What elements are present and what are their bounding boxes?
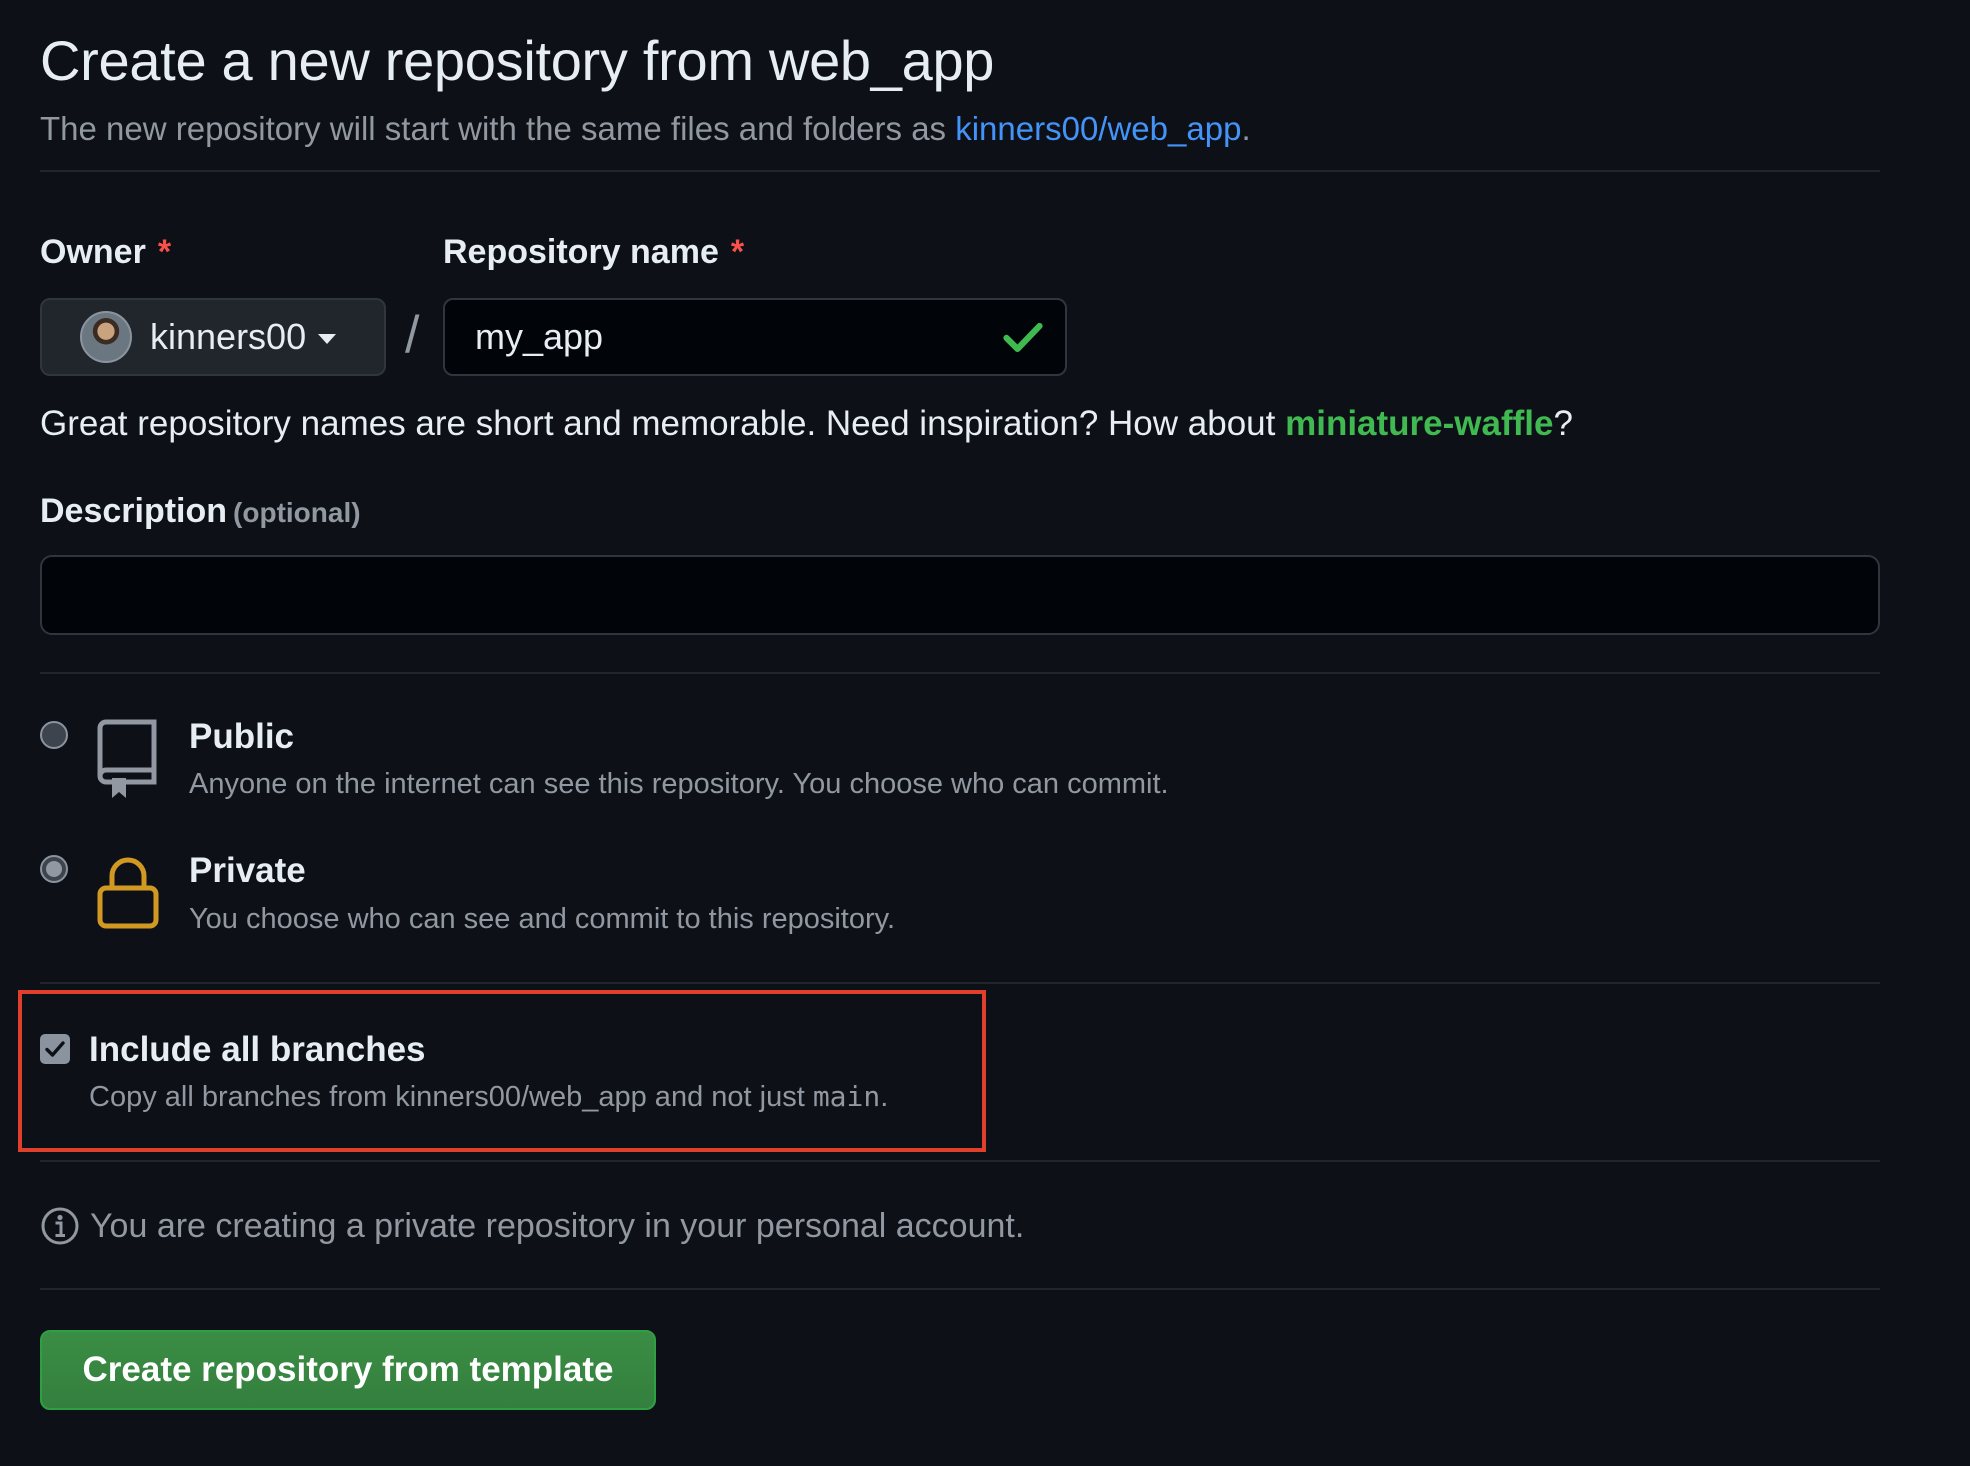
branches-description-suffix: . bbox=[880, 1081, 889, 1113]
include-branches-description: Copy all branches from kinners00/web_app… bbox=[89, 1080, 888, 1114]
page-subtitle: The new repository will start with the s… bbox=[40, 110, 1251, 148]
owner-repo-separator: / bbox=[405, 306, 420, 364]
include-branches-label: Include all branches bbox=[89, 1030, 426, 1069]
description-label-text: Description bbox=[40, 492, 228, 530]
repo-name-required-mark: * bbox=[730, 233, 745, 271]
owner-required-mark: * bbox=[157, 233, 172, 271]
repo-icon bbox=[97, 719, 157, 798]
info-icon bbox=[41, 1207, 79, 1245]
branches-divider bbox=[40, 1160, 1880, 1162]
private-radio[interactable] bbox=[40, 855, 68, 883]
default-branch-name: main bbox=[812, 1080, 881, 1113]
lock-icon bbox=[97, 857, 159, 929]
description-label: Description (optional) bbox=[40, 492, 361, 531]
private-option-description: You choose who can see and commit to thi… bbox=[189, 903, 896, 935]
check-icon bbox=[1003, 322, 1043, 353]
owner-label-text: Owner bbox=[40, 233, 146, 271]
subtitle-suffix: . bbox=[1241, 110, 1251, 147]
subtitle-text: The new repository will start with the s… bbox=[40, 110, 956, 147]
header-divider bbox=[40, 170, 1880, 172]
page-title: Create a new repository from web_app bbox=[40, 29, 995, 92]
hint-suffix: ? bbox=[1553, 404, 1573, 443]
highlight-annotation-box bbox=[18, 990, 986, 1152]
checkmark-icon bbox=[45, 1041, 65, 1057]
chevron-down-icon bbox=[318, 334, 337, 344]
repo-name-label: Repository name * bbox=[443, 233, 744, 272]
repo-name-input[interactable]: my_app bbox=[443, 298, 1067, 376]
avatar bbox=[80, 311, 132, 363]
public-option-title: Public bbox=[189, 717, 295, 756]
owner-label: Owner * bbox=[40, 233, 171, 272]
name-suggestion-link[interactable]: miniature-waffle bbox=[1285, 404, 1553, 443]
repo-name-hint: Great repository names are short and mem… bbox=[40, 404, 1573, 444]
description-divider bbox=[40, 672, 1880, 674]
optional-label: (optional) bbox=[233, 497, 361, 528]
repo-name-value: my_app bbox=[475, 316, 604, 357]
info-message: You are creating a private repository in… bbox=[90, 1207, 1025, 1245]
repo-name-label-text: Repository name bbox=[443, 233, 719, 271]
branches-description-text: Copy all branches from kinners00/web_app… bbox=[89, 1081, 813, 1113]
hint-text: Great repository names are short and mem… bbox=[40, 404, 1286, 443]
owner-name: kinners00 bbox=[150, 316, 307, 357]
footer-divider bbox=[40, 1288, 1880, 1290]
owner-dropdown[interactable]: kinners00 bbox=[40, 298, 386, 376]
public-option-description: Anyone on the internet can see this repo… bbox=[189, 768, 1169, 800]
visibility-divider bbox=[40, 982, 1880, 984]
include-branches-checkbox[interactable] bbox=[40, 1034, 70, 1064]
create-repository-button[interactable]: Create repository from template bbox=[40, 1330, 656, 1410]
template-repo-link[interactable]: kinners00/web_app bbox=[955, 110, 1241, 147]
description-input[interactable] bbox=[40, 555, 1880, 635]
public-radio[interactable] bbox=[40, 721, 68, 749]
private-option-title: Private bbox=[189, 851, 306, 890]
